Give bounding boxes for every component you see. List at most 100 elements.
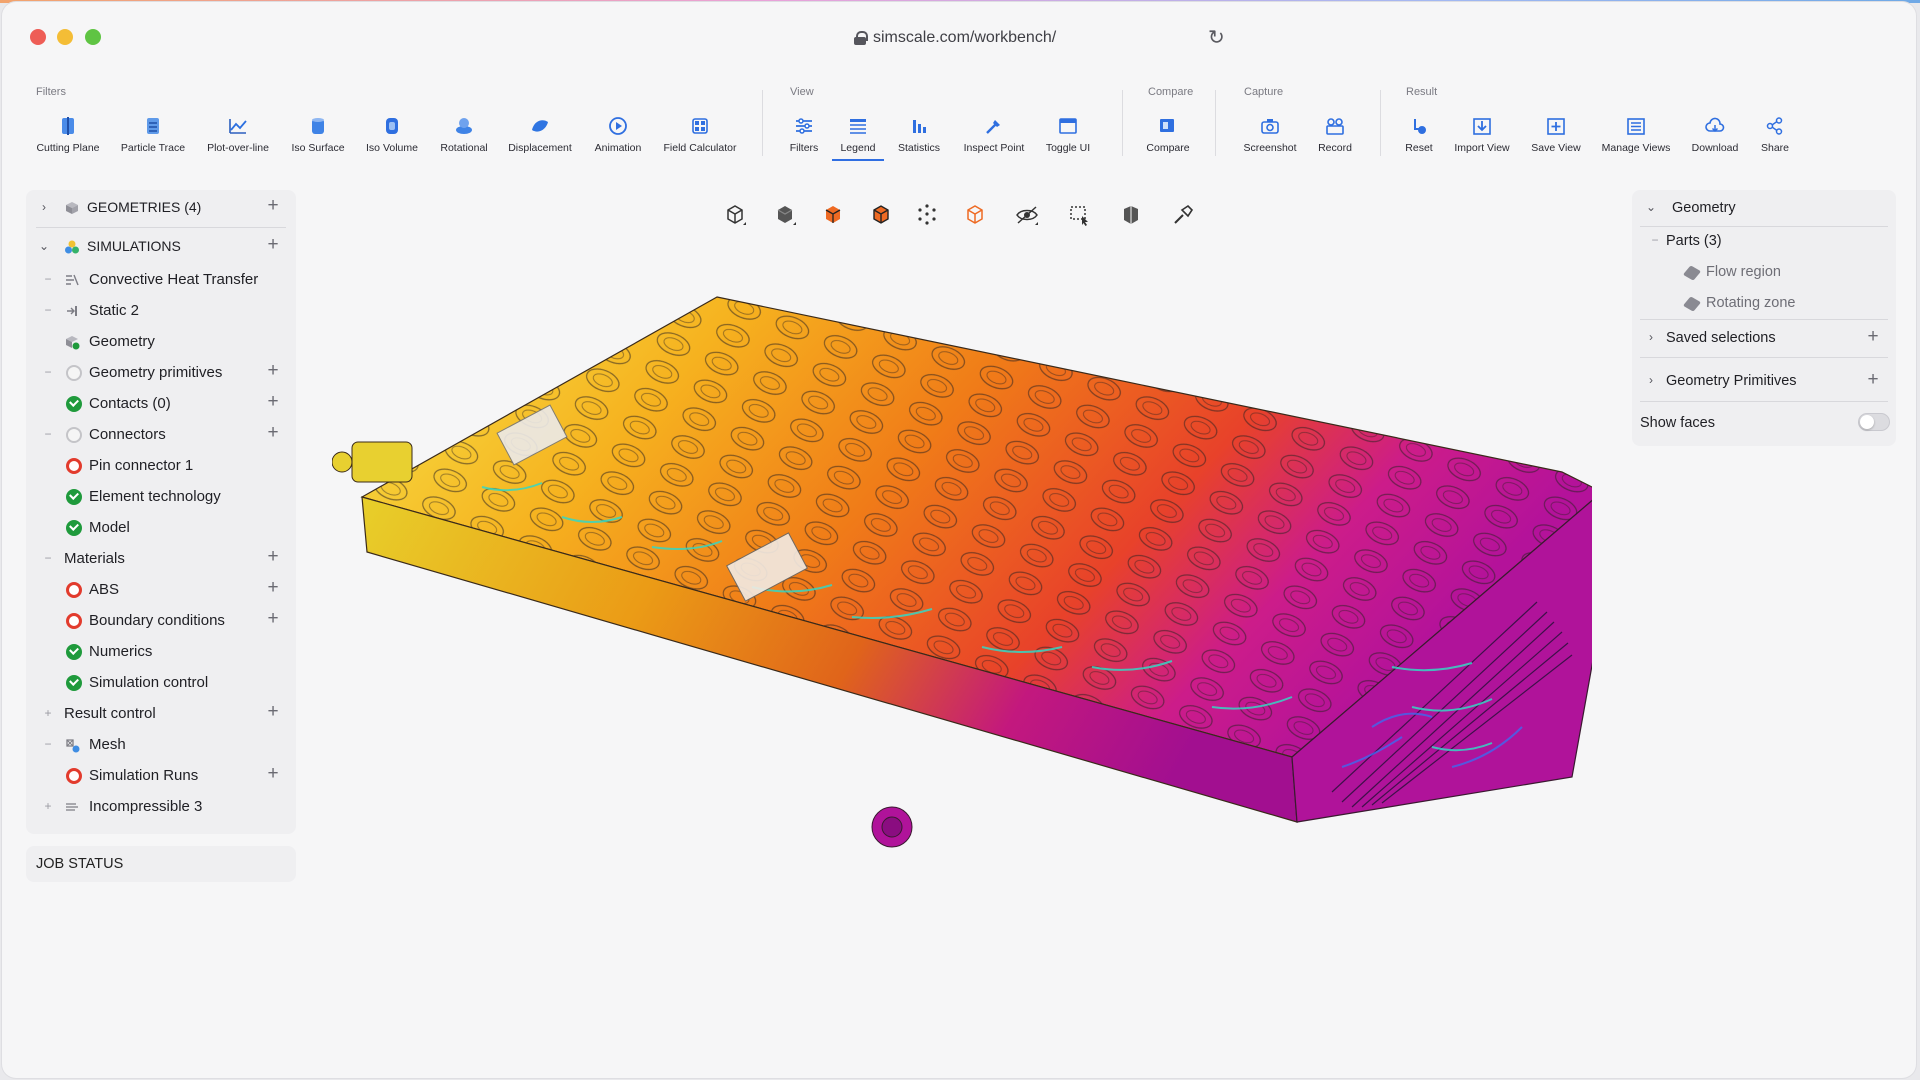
job-status-panel[interactable]: JOB STATUS xyxy=(26,846,296,882)
hide-icon[interactable] xyxy=(1012,200,1042,230)
add-simulation-button[interactable]: + xyxy=(264,235,282,254)
download-icon xyxy=(1705,117,1725,133)
tree-simulations-header[interactable]: ⌄ SIMULATIONS + xyxy=(26,235,296,259)
share-button[interactable]: Share xyxy=(1733,116,1817,154)
expand-icon[interactable]: + xyxy=(42,706,54,720)
collapse-icon[interactable]: − xyxy=(42,551,54,565)
animation-button[interactable]: Animation xyxy=(576,116,660,154)
reload-icon[interactable]: ↻ xyxy=(1208,28,1225,48)
tree-item-contacts[interactable]: Contacts (0) + xyxy=(26,392,296,416)
tree-item-simulation-runs[interactable]: Simulation Runs + xyxy=(26,764,296,788)
tree-item-geometry-primitives[interactable]: − Geometry primitives + xyxy=(26,361,296,385)
status-error-icon xyxy=(66,768,82,784)
inspect-point-button[interactable]: Inspect Point xyxy=(952,116,1036,154)
collapse-icon[interactable]: − xyxy=(1648,233,1662,247)
statistics-button[interactable]: Statistics xyxy=(877,116,961,154)
part-cube-icon xyxy=(1682,265,1702,281)
tree-item-boundary-conditions[interactable]: Boundary conditions + xyxy=(26,609,296,633)
surface-edges-icon[interactable] xyxy=(866,200,896,230)
tree-item-materials[interactable]: − Materials + xyxy=(26,547,296,571)
import-view-button[interactable]: Import View xyxy=(1440,116,1524,154)
expand-icon[interactable]: + xyxy=(42,799,54,813)
saved-selections-row[interactable]: › Saved selections + xyxy=(1632,327,1896,351)
tree-item-pin-connector-1[interactable]: Pin connector 1 xyxy=(26,454,296,478)
address-bar[interactable]: simscale.com/workbench/ xyxy=(854,28,1056,48)
add-contact-button[interactable]: + xyxy=(264,392,282,411)
collapse-icon[interactable]: − xyxy=(42,427,54,441)
minimize-window-button[interactable] xyxy=(57,29,73,45)
particle-trace-button[interactable]: Particle Trace xyxy=(111,116,195,154)
surface-view-icon[interactable] xyxy=(818,200,848,230)
displacement-button[interactable]: Displacement xyxy=(498,116,582,154)
collapse-icon[interactable]: − xyxy=(42,303,54,317)
tree-item-numerics[interactable]: Numerics xyxy=(26,640,296,664)
record-button[interactable]: Record xyxy=(1293,116,1377,154)
3d-viewport[interactable] xyxy=(332,287,1592,1077)
box-select-icon[interactable] xyxy=(1064,200,1094,230)
rotational-button[interactable]: Rotational xyxy=(422,116,506,154)
geometries-icon xyxy=(66,202,78,214)
part-item-flow-region[interactable]: Flow region xyxy=(1632,261,1896,285)
geometry-primitives-row[interactable]: › Geometry Primitives + xyxy=(1632,370,1896,394)
add-boundary-condition-button[interactable]: + xyxy=(264,609,282,628)
add-connector-button[interactable]: + xyxy=(264,423,282,442)
solid-view-icon[interactable] xyxy=(770,200,800,230)
cutting-plane-button[interactable]: Cutting Plane xyxy=(26,116,110,154)
manage-views-button[interactable]: Manage Views xyxy=(1594,116,1678,154)
geometry-panel: ⌄ Geometry − Parts (3) Flow region Rotat… xyxy=(1632,190,1896,446)
tree-item-model[interactable]: Model xyxy=(26,516,296,540)
chevron-down-icon[interactable]: ⌄ xyxy=(1644,200,1658,214)
save-view-button[interactable]: Save View xyxy=(1514,116,1598,154)
status-ok-icon xyxy=(66,520,82,536)
show-faces-toggle[interactable] xyxy=(1858,413,1890,431)
tree-item-geometry[interactable]: Geometry xyxy=(26,330,296,354)
wireframe-view-icon[interactable] xyxy=(960,200,990,230)
field-calculator-button[interactable]: Field Calculator xyxy=(658,116,742,154)
lock-icon xyxy=(854,31,868,45)
add-geometry-primitive-button[interactable]: + xyxy=(264,361,282,380)
add-result-control-button[interactable]: + xyxy=(264,702,282,721)
maximize-window-button[interactable] xyxy=(85,29,101,45)
plot-over-line-icon xyxy=(229,119,247,134)
status-empty-icon xyxy=(66,427,82,443)
particle-trace-icon xyxy=(147,118,159,134)
chevron-right-icon[interactable]: › xyxy=(37,200,51,214)
tree-item-simulation-control[interactable]: Simulation control xyxy=(26,671,296,695)
chevron-down-icon[interactable]: ⌄ xyxy=(37,239,51,253)
tree-item-static-2[interactable]: − Static 2 xyxy=(26,299,296,323)
tree-geometries-header[interactable]: › GEOMETRIES (4) + xyxy=(26,196,296,220)
tree-item-mesh[interactable]: − Mesh xyxy=(26,733,296,757)
collapse-icon[interactable]: − xyxy=(42,737,54,751)
chevron-right-icon[interactable]: › xyxy=(1644,373,1658,387)
add-saved-selection-button[interactable]: + xyxy=(1864,327,1882,347)
parts-row[interactable]: − Parts (3) xyxy=(1632,230,1896,254)
tree-item-result-control[interactable]: + Result control + xyxy=(26,702,296,726)
clip-icon[interactable] xyxy=(1116,200,1146,230)
tree-item-abs[interactable]: ABS + xyxy=(26,578,296,602)
collapse-icon[interactable]: − xyxy=(42,272,54,286)
iso-view-icon[interactable] xyxy=(720,200,750,230)
save-view-icon xyxy=(1547,118,1565,135)
add-geometry-primitive-button[interactable]: + xyxy=(1864,370,1882,390)
tree-item-connectors[interactable]: − Connectors + xyxy=(26,423,296,447)
add-abs-button[interactable]: + xyxy=(264,578,282,597)
status-ok-icon xyxy=(66,675,82,691)
add-material-button[interactable]: + xyxy=(264,547,282,566)
toggle-ui-button[interactable]: Toggle UI xyxy=(1026,116,1110,154)
collapse-icon[interactable]: − xyxy=(42,365,54,379)
points-view-icon[interactable] xyxy=(912,200,942,230)
part-cube-icon xyxy=(1682,296,1702,312)
geometry-section-header[interactable]: ⌄ Geometry xyxy=(1632,197,1896,221)
add-simulation-run-button[interactable]: + xyxy=(264,764,282,783)
pick-icon[interactable] xyxy=(1168,200,1198,230)
tree-item-incompressible-3[interactable]: + Incompressible 3 xyxy=(26,795,296,819)
compare-button[interactable]: Compare xyxy=(1126,116,1210,154)
add-geometry-button[interactable]: + xyxy=(264,196,282,215)
close-window-button[interactable] xyxy=(30,29,46,45)
part-item-rotating-zone[interactable]: Rotating zone xyxy=(1632,292,1896,316)
iso-surface-button[interactable]: Iso Surface xyxy=(276,116,360,154)
plot-over-line-button[interactable]: Plot-over-line xyxy=(196,116,280,154)
chevron-right-icon[interactable]: › xyxy=(1644,330,1658,344)
tree-item-element-technology[interactable]: Element technology xyxy=(26,485,296,509)
tree-item-convective-heat-transfer[interactable]: − Convective Heat Transfer xyxy=(26,268,296,292)
